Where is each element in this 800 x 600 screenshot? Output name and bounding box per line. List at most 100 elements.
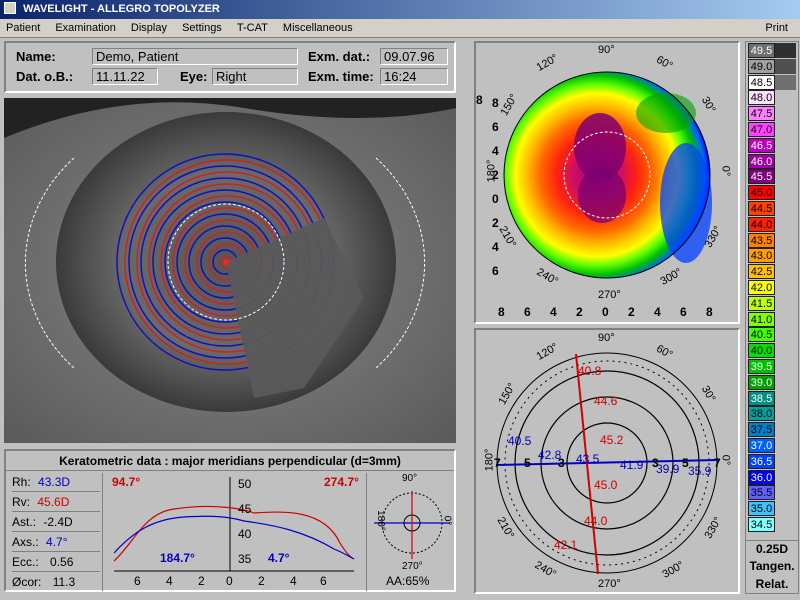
scale-value: 48.0 — [748, 90, 775, 106]
topo-y-axis: 8 — [476, 93, 486, 293]
topo-y-4: 4 — [492, 144, 499, 158]
scale-value: 46.0 — [748, 153, 775, 169]
x-tick-0: 0 — [226, 574, 233, 588]
topography-map — [503, 71, 712, 279]
scale-swatch — [775, 106, 796, 122]
scale-swatch — [775, 311, 796, 327]
scale-value: 42.5 — [748, 264, 775, 280]
placido-eye-image[interactable] — [4, 98, 456, 443]
scale-swatch — [775, 327, 796, 343]
scale-swatch — [775, 264, 796, 280]
scale-value: 43.0 — [748, 248, 775, 264]
topo-y-8a: 8 — [476, 93, 483, 107]
menu-examination[interactable]: Examination — [49, 19, 122, 38]
blue-right-angle: 4.7° — [268, 551, 290, 565]
topography-map-panel[interactable]: 90° 120° 60° 150° 30° 180° 0° 210° 330° … — [474, 41, 740, 324]
menu-miscellaneous[interactable]: Miscellaneous — [277, 19, 359, 38]
blue-value-1: 40.5 — [508, 434, 532, 448]
ring-label-7l: 7 — [494, 456, 501, 470]
topo-x-6r: 6 — [680, 305, 687, 319]
scale-swatch — [775, 137, 796, 153]
meridian-map-panel[interactable]: 90° 120° 60° 150° 30° 180° 0° 210° 330° … — [474, 328, 740, 594]
topo-x-0: 0 — [602, 305, 609, 319]
scale-value: 41.0 — [748, 311, 775, 327]
blue-value-2: 42.8 — [538, 448, 562, 462]
aa-label: AA:65% — [386, 574, 430, 588]
rv-value: 45.6D — [37, 495, 70, 509]
red-value-5: 44.0 — [584, 514, 608, 528]
topo-angle-90: 90° — [598, 44, 615, 56]
center-mark — [223, 259, 229, 265]
scale-mode-tangential[interactable]: Tangen. — [745, 558, 799, 575]
ast-value: -2.4D — [43, 515, 73, 529]
exam-date-field[interactable]: 09.07.96 — [380, 48, 448, 65]
rh-value: 43.3D — [38, 475, 71, 489]
dob-field[interactable]: 11.11.22 — [92, 68, 158, 85]
scale-value: 34.5 — [748, 517, 775, 532]
scale-swatch — [775, 90, 796, 106]
blue-left-angle: 184.7° — [160, 551, 195, 565]
scale-swatch — [775, 485, 796, 501]
scale-value: 38.5 — [748, 390, 775, 406]
kerat-row-ecc: Ecc.: 0.56 — [12, 553, 100, 572]
y-tick-35: 35 — [238, 552, 252, 566]
topo-y-6b: 6 — [492, 264, 499, 278]
scale-swatch — [775, 232, 796, 248]
kerat-row-axs: Axs.: 4.7° — [12, 533, 100, 552]
window-title: WAVELIGHT - ALLEGRO TOPOLYZER — [23, 3, 220, 15]
mini-angle-90: 90° — [402, 473, 418, 484]
eye-field[interactable]: Right — [212, 68, 298, 85]
scale-step-label[interactable]: 0.25D — [745, 540, 799, 557]
axs-label: Axs.: — [12, 535, 39, 549]
exam-time-field[interactable]: 16:24 — [380, 68, 448, 85]
scale-swatch — [775, 122, 796, 137]
ast-label: Ast.: — [12, 515, 37, 529]
topo-angle-270: 270° — [598, 289, 621, 301]
menu-patient[interactable]: Patient — [0, 19, 46, 38]
red-left-angle: 94.7° — [112, 475, 141, 489]
scale-swatch — [775, 185, 796, 201]
scale-swatch — [775, 153, 796, 169]
topo-x-axis: 8 6 4 2 0 2 4 6 8 — [498, 305, 738, 321]
menu-tcat[interactable]: T-CAT — [231, 19, 274, 38]
menu-settings[interactable]: Settings — [176, 19, 228, 38]
eye-label: Eye: — [180, 69, 208, 84]
scale-mode-relative[interactable]: Relat. — [745, 576, 799, 593]
blue-value-4: 41.9 — [620, 458, 644, 472]
title-bar: WAVELIGHT - ALLEGRO TOPOLYZER — [0, 0, 800, 19]
menu-display[interactable]: Display — [125, 19, 173, 38]
red-value-6: 42.1 — [554, 538, 578, 552]
menu-print[interactable]: Print — [759, 19, 794, 38]
dob-label: Dat. o.B.: — [16, 69, 74, 84]
mer-angle-0: 0° — [719, 454, 732, 466]
topo-y-0: 0 — [492, 192, 499, 206]
app-icon — [4, 2, 16, 14]
scale-value: 39.0 — [748, 374, 775, 390]
scale-swatch — [775, 406, 796, 422]
patient-info-panel: Name: Demo, Patient Dat. o.B.: 11.11.22 … — [4, 41, 456, 93]
scale-value: 46.5 — [748, 137, 775, 153]
axs-value: 4.7° — [46, 535, 68, 549]
topo-x-6l: 6 — [524, 305, 531, 319]
topo-x-8l: 8 — [498, 305, 505, 319]
kerat-row-ast: Ast.: -2.4D — [12, 513, 100, 532]
divider — [102, 473, 103, 591]
scale-value: 40.5 — [748, 327, 775, 343]
keratometric-title: Keratometric data : major meridians perp… — [6, 451, 454, 471]
topo-angle-0: 0° — [719, 165, 732, 177]
y-tick-40: 40 — [238, 527, 252, 541]
scale-value: 40.0 — [748, 343, 775, 359]
x-tick-6r: 6 — [320, 574, 327, 588]
scale-value: 37.5 — [748, 422, 775, 438]
x-tick-4r: 4 — [290, 574, 297, 588]
patient-name-field[interactable]: Demo, Patient — [92, 48, 298, 65]
red-right-angle: 274.7° — [324, 475, 359, 489]
scale-swatch — [775, 201, 796, 216]
scale-swatch — [775, 422, 796, 438]
scale-swatch — [775, 248, 796, 264]
y-tick-50: 50 — [238, 477, 252, 491]
exam-time-label: Exm. time: — [308, 69, 374, 84]
blue-value-5: 39.9 — [656, 462, 680, 476]
scale-swatch — [775, 501, 796, 517]
kerat-row-rv: Rv: 45.6D — [12, 493, 100, 512]
